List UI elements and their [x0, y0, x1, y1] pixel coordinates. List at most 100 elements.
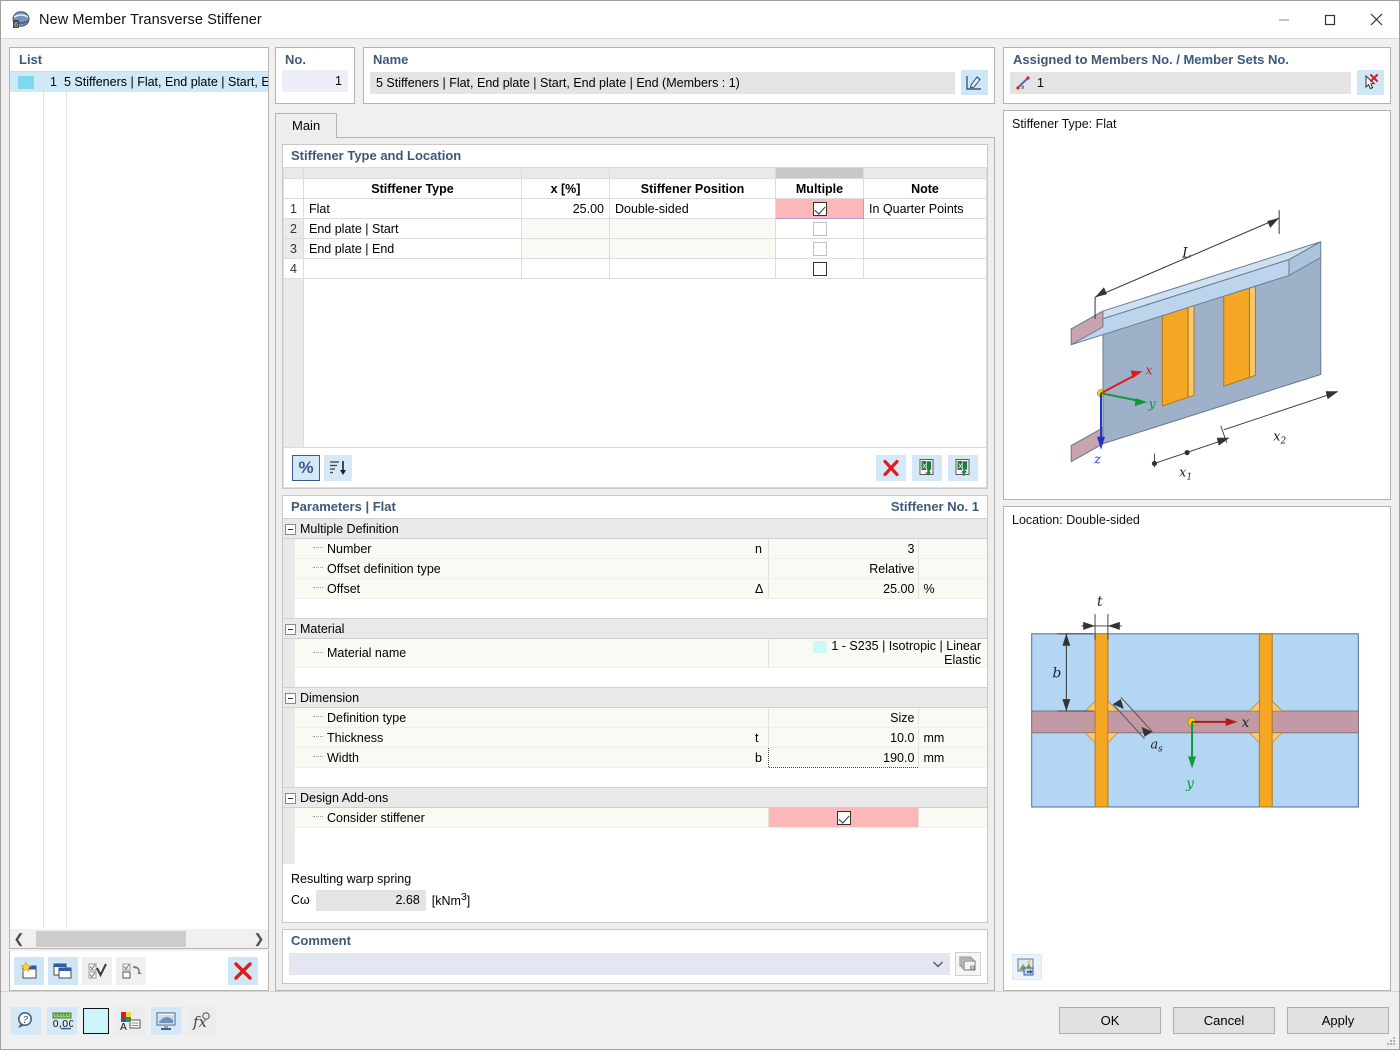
- select-in-graphic-button[interactable]: [1357, 70, 1384, 95]
- sort-button[interactable]: [324, 455, 352, 481]
- param-group-header[interactable]: Multiple Definition: [283, 519, 987, 539]
- table-row[interactable]: 1 Flat 25.00 Double-sided In Quarter Poi…: [284, 199, 987, 219]
- view-tool-button[interactable]: [151, 1007, 181, 1035]
- param-value-definition-type[interactable]: Size: [769, 708, 919, 728]
- scroll-left-icon[interactable]: ❮: [10, 930, 28, 948]
- import-excel-button[interactable]: X: [912, 455, 942, 481]
- multiple-checkbox[interactable]: [813, 242, 827, 256]
- param-value-number[interactable]: 3: [769, 539, 919, 559]
- param-group-header[interactable]: Dimension: [283, 688, 987, 708]
- delete-item-button[interactable]: [228, 957, 258, 985]
- collapse-icon[interactable]: [285, 793, 296, 804]
- cell-note[interactable]: [864, 259, 987, 279]
- param-row[interactable]: Thickness t 10.0 mm: [283, 728, 987, 748]
- minimize-button[interactable]: [1261, 1, 1307, 38]
- comment-input[interactable]: [289, 953, 950, 975]
- close-button[interactable]: [1353, 1, 1399, 38]
- param-group-multiple-definition[interactable]: Multiple Definition: [283, 519, 987, 539]
- param-group-dimension[interactable]: Dimension: [283, 688, 987, 708]
- param-row[interactable]: Consider stiffener: [283, 808, 987, 828]
- table-row[interactable]: 4: [284, 259, 987, 279]
- cell-stiffener-type[interactable]: End plate | End: [304, 239, 522, 259]
- select-all-button[interactable]: [82, 957, 112, 985]
- multiple-checkbox[interactable]: [813, 262, 827, 276]
- info-tool-button[interactable]: ?: [11, 1007, 41, 1035]
- param-row[interactable]: Material name 1 - S235 | Isotropic | Lin…: [283, 639, 987, 668]
- resize-grip-icon[interactable]: [1384, 1034, 1396, 1046]
- units-tool-button[interactable]: 0,00: [47, 1007, 77, 1035]
- scroll-track[interactable]: [28, 930, 250, 948]
- param-value-thickness[interactable]: 10.0: [769, 728, 919, 748]
- table-row[interactable]: 2 End plate | Start: [284, 219, 987, 239]
- column-header-x[interactable]: x [%]: [522, 179, 610, 199]
- name-input[interactable]: 5 Stiffeners | Flat, End plate | Start, …: [370, 72, 955, 94]
- param-group-material[interactable]: Material: [283, 619, 987, 639]
- delete-row-button[interactable]: [876, 455, 906, 481]
- consider-stiffener-checkbox[interactable]: [837, 811, 851, 825]
- multiple-checkbox[interactable]: [813, 202, 827, 216]
- maximize-button[interactable]: [1307, 1, 1353, 38]
- number-field[interactable]: 1: [282, 70, 348, 92]
- comment-templates-button[interactable]: [955, 952, 981, 976]
- cell-multiple[interactable]: [776, 259, 864, 279]
- param-group-design-addons[interactable]: Design Add-ons: [283, 788, 987, 808]
- scroll-right-icon[interactable]: ❯: [250, 930, 268, 948]
- tab-main[interactable]: Main: [275, 113, 337, 138]
- edit-name-button[interactable]: [961, 70, 988, 95]
- cell-stiffener-position[interactable]: [610, 239, 776, 259]
- cell-x[interactable]: [522, 259, 610, 279]
- param-value-width[interactable]: 190.0: [769, 748, 919, 768]
- cell-stiffener-type[interactable]: [304, 259, 522, 279]
- column-header-note[interactable]: Note: [864, 179, 987, 199]
- cell-stiffener-type[interactable]: Flat: [304, 199, 522, 219]
- column-header-stiffener-type[interactable]: Stiffener Type: [304, 179, 522, 199]
- cell-stiffener-type[interactable]: End plate | Start: [304, 219, 522, 239]
- column-header-stiffener-position[interactable]: Stiffener Position: [610, 179, 776, 199]
- list-item[interactable]: 1 5 Stiffeners | Flat, End plate | Start…: [10, 72, 268, 92]
- cell-note[interactable]: [864, 239, 987, 259]
- display-properties-button[interactable]: A: [115, 1007, 145, 1035]
- param-row[interactable]: Definition type Size: [283, 708, 987, 728]
- cancel-button[interactable]: Cancel: [1173, 1007, 1275, 1034]
- param-row[interactable]: Number n 3: [283, 539, 987, 559]
- list-horizontal-scrollbar[interactable]: ❮ ❯: [10, 928, 268, 948]
- collapse-icon[interactable]: [285, 524, 296, 535]
- param-value-offset[interactable]: 25.00: [769, 579, 919, 599]
- table-row[interactable]: 3 End plate | End: [284, 239, 987, 259]
- collapse-icon[interactable]: [285, 624, 296, 635]
- param-row[interactable]: Offset Δ 25.00 %: [283, 579, 987, 599]
- color-swatch-button[interactable]: [83, 1008, 109, 1034]
- new-item-button[interactable]: [14, 957, 44, 985]
- formula-tool-button[interactable]: fx: [187, 1007, 217, 1035]
- multiple-checkbox[interactable]: [813, 222, 827, 236]
- cell-stiffener-position[interactable]: [610, 259, 776, 279]
- param-row[interactable]: Width b 190.0 mm: [283, 748, 987, 768]
- cell-multiple[interactable]: [776, 239, 864, 259]
- cell-multiple[interactable]: [776, 219, 864, 239]
- collapse-icon[interactable]: [285, 693, 296, 704]
- scroll-thumb[interactable]: [36, 931, 186, 947]
- ok-button[interactable]: OK: [1059, 1007, 1161, 1034]
- invert-selection-button[interactable]: [116, 957, 146, 985]
- param-row[interactable]: Offset definition type Relative: [283, 559, 987, 579]
- export-excel-button[interactable]: X: [948, 455, 978, 481]
- param-value-material-name[interactable]: 1 - S235 | Isotropic | Linear Elastic: [769, 639, 987, 668]
- param-group-header[interactable]: Material: [283, 619, 987, 639]
- copy-item-button[interactable]: [48, 957, 78, 985]
- cell-stiffener-position[interactable]: [610, 219, 776, 239]
- cell-x[interactable]: 25.00: [522, 199, 610, 219]
- cell-note[interactable]: [864, 219, 987, 239]
- cell-x[interactable]: [522, 219, 610, 239]
- param-value-consider-stiffener[interactable]: [769, 808, 919, 828]
- cell-multiple[interactable]: [776, 199, 864, 219]
- column-header-multiple[interactable]: Multiple: [776, 179, 864, 199]
- cell-stiffener-position[interactable]: Double-sided: [610, 199, 776, 219]
- cell-note[interactable]: In Quarter Points: [864, 199, 987, 219]
- percent-toggle-button[interactable]: %: [292, 455, 320, 481]
- save-picture-button[interactable]: [1012, 954, 1042, 980]
- assigned-members-input[interactable]: x 1: [1010, 72, 1351, 94]
- cell-x[interactable]: [522, 239, 610, 259]
- param-group-header[interactable]: Design Add-ons: [283, 788, 987, 808]
- apply-button[interactable]: Apply: [1287, 1007, 1389, 1034]
- param-value-offset-definition-type[interactable]: Relative: [769, 559, 919, 579]
